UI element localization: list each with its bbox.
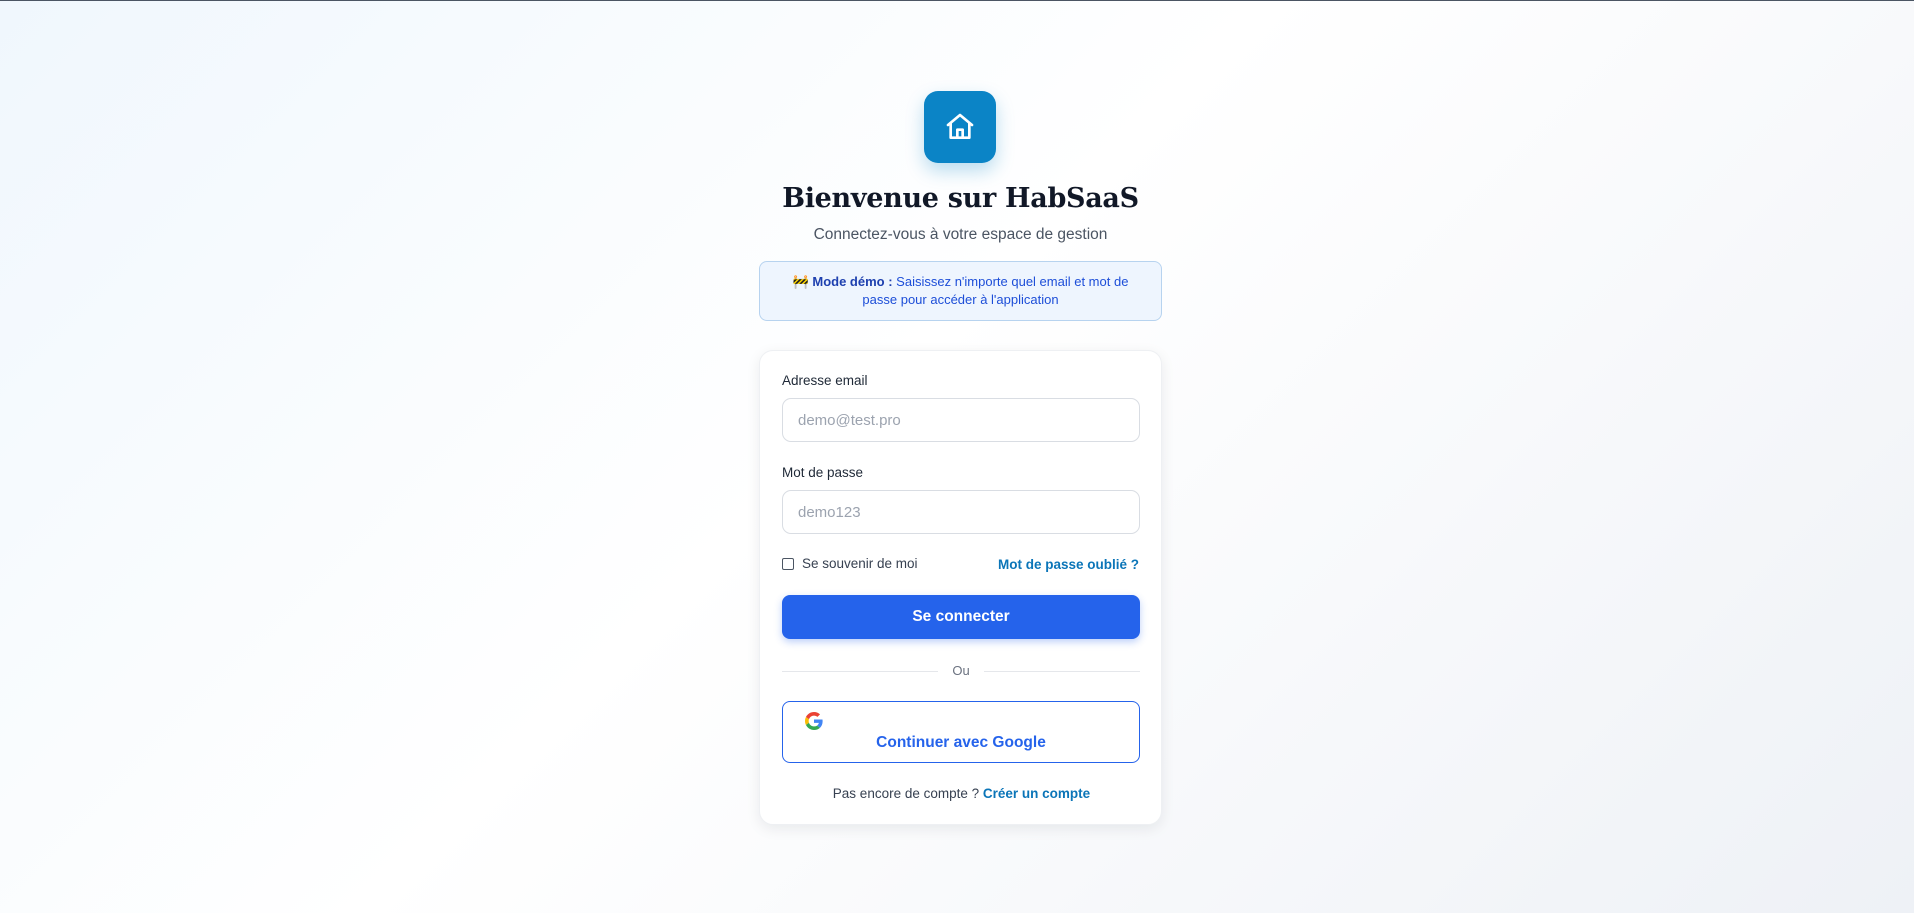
- demo-mode-notice: 🚧 Mode démo : Saisissez n'importe quel e…: [759, 261, 1162, 321]
- page-title: Bienvenue sur HabSaaS: [782, 183, 1139, 214]
- google-login-label: Continuer avec Google: [876, 734, 1046, 751]
- login-button[interactable]: Se connecter: [782, 595, 1140, 639]
- demo-mode-label: Mode démo :: [812, 274, 893, 289]
- password-label: Mot de passe: [782, 465, 864, 480]
- email-field[interactable]: [782, 398, 1140, 442]
- google-login-button[interactable]: Continuer avec Google: [782, 701, 1140, 763]
- password-field[interactable]: [782, 490, 1140, 534]
- app-logo: [924, 91, 996, 163]
- demo-mode-text: Saisissez n'importe quel email et mot de…: [862, 274, 1129, 307]
- forgot-password-link[interactable]: Mot de passe oublié ?: [998, 557, 1139, 572]
- construction-icon: 🚧: [792, 274, 809, 289]
- signup-prompt-text: Pas encore de compte ?: [832, 786, 980, 801]
- remember-me[interactable]: Se souvenir de moi: [782, 556, 918, 571]
- create-account-link[interactable]: Créer un compte: [983, 786, 1090, 801]
- login-card: Adresse email Mot de passe Se souvenir d…: [759, 350, 1162, 825]
- page-subtitle: Connectez-vous à votre espace de gestion: [813, 226, 1108, 243]
- remember-me-label[interactable]: Se souvenir de moi: [802, 556, 918, 571]
- email-label: Adresse email: [782, 373, 868, 388]
- or-divider: Ou: [782, 662, 1140, 680]
- remember-me-checkbox[interactable]: [782, 557, 794, 570]
- house-icon: [946, 113, 974, 139]
- divider-line-right: [984, 671, 1140, 672]
- signup-prompt: Pas encore de compte ? Créer un compte: [760, 786, 1163, 801]
- google-icon: [805, 712, 823, 730]
